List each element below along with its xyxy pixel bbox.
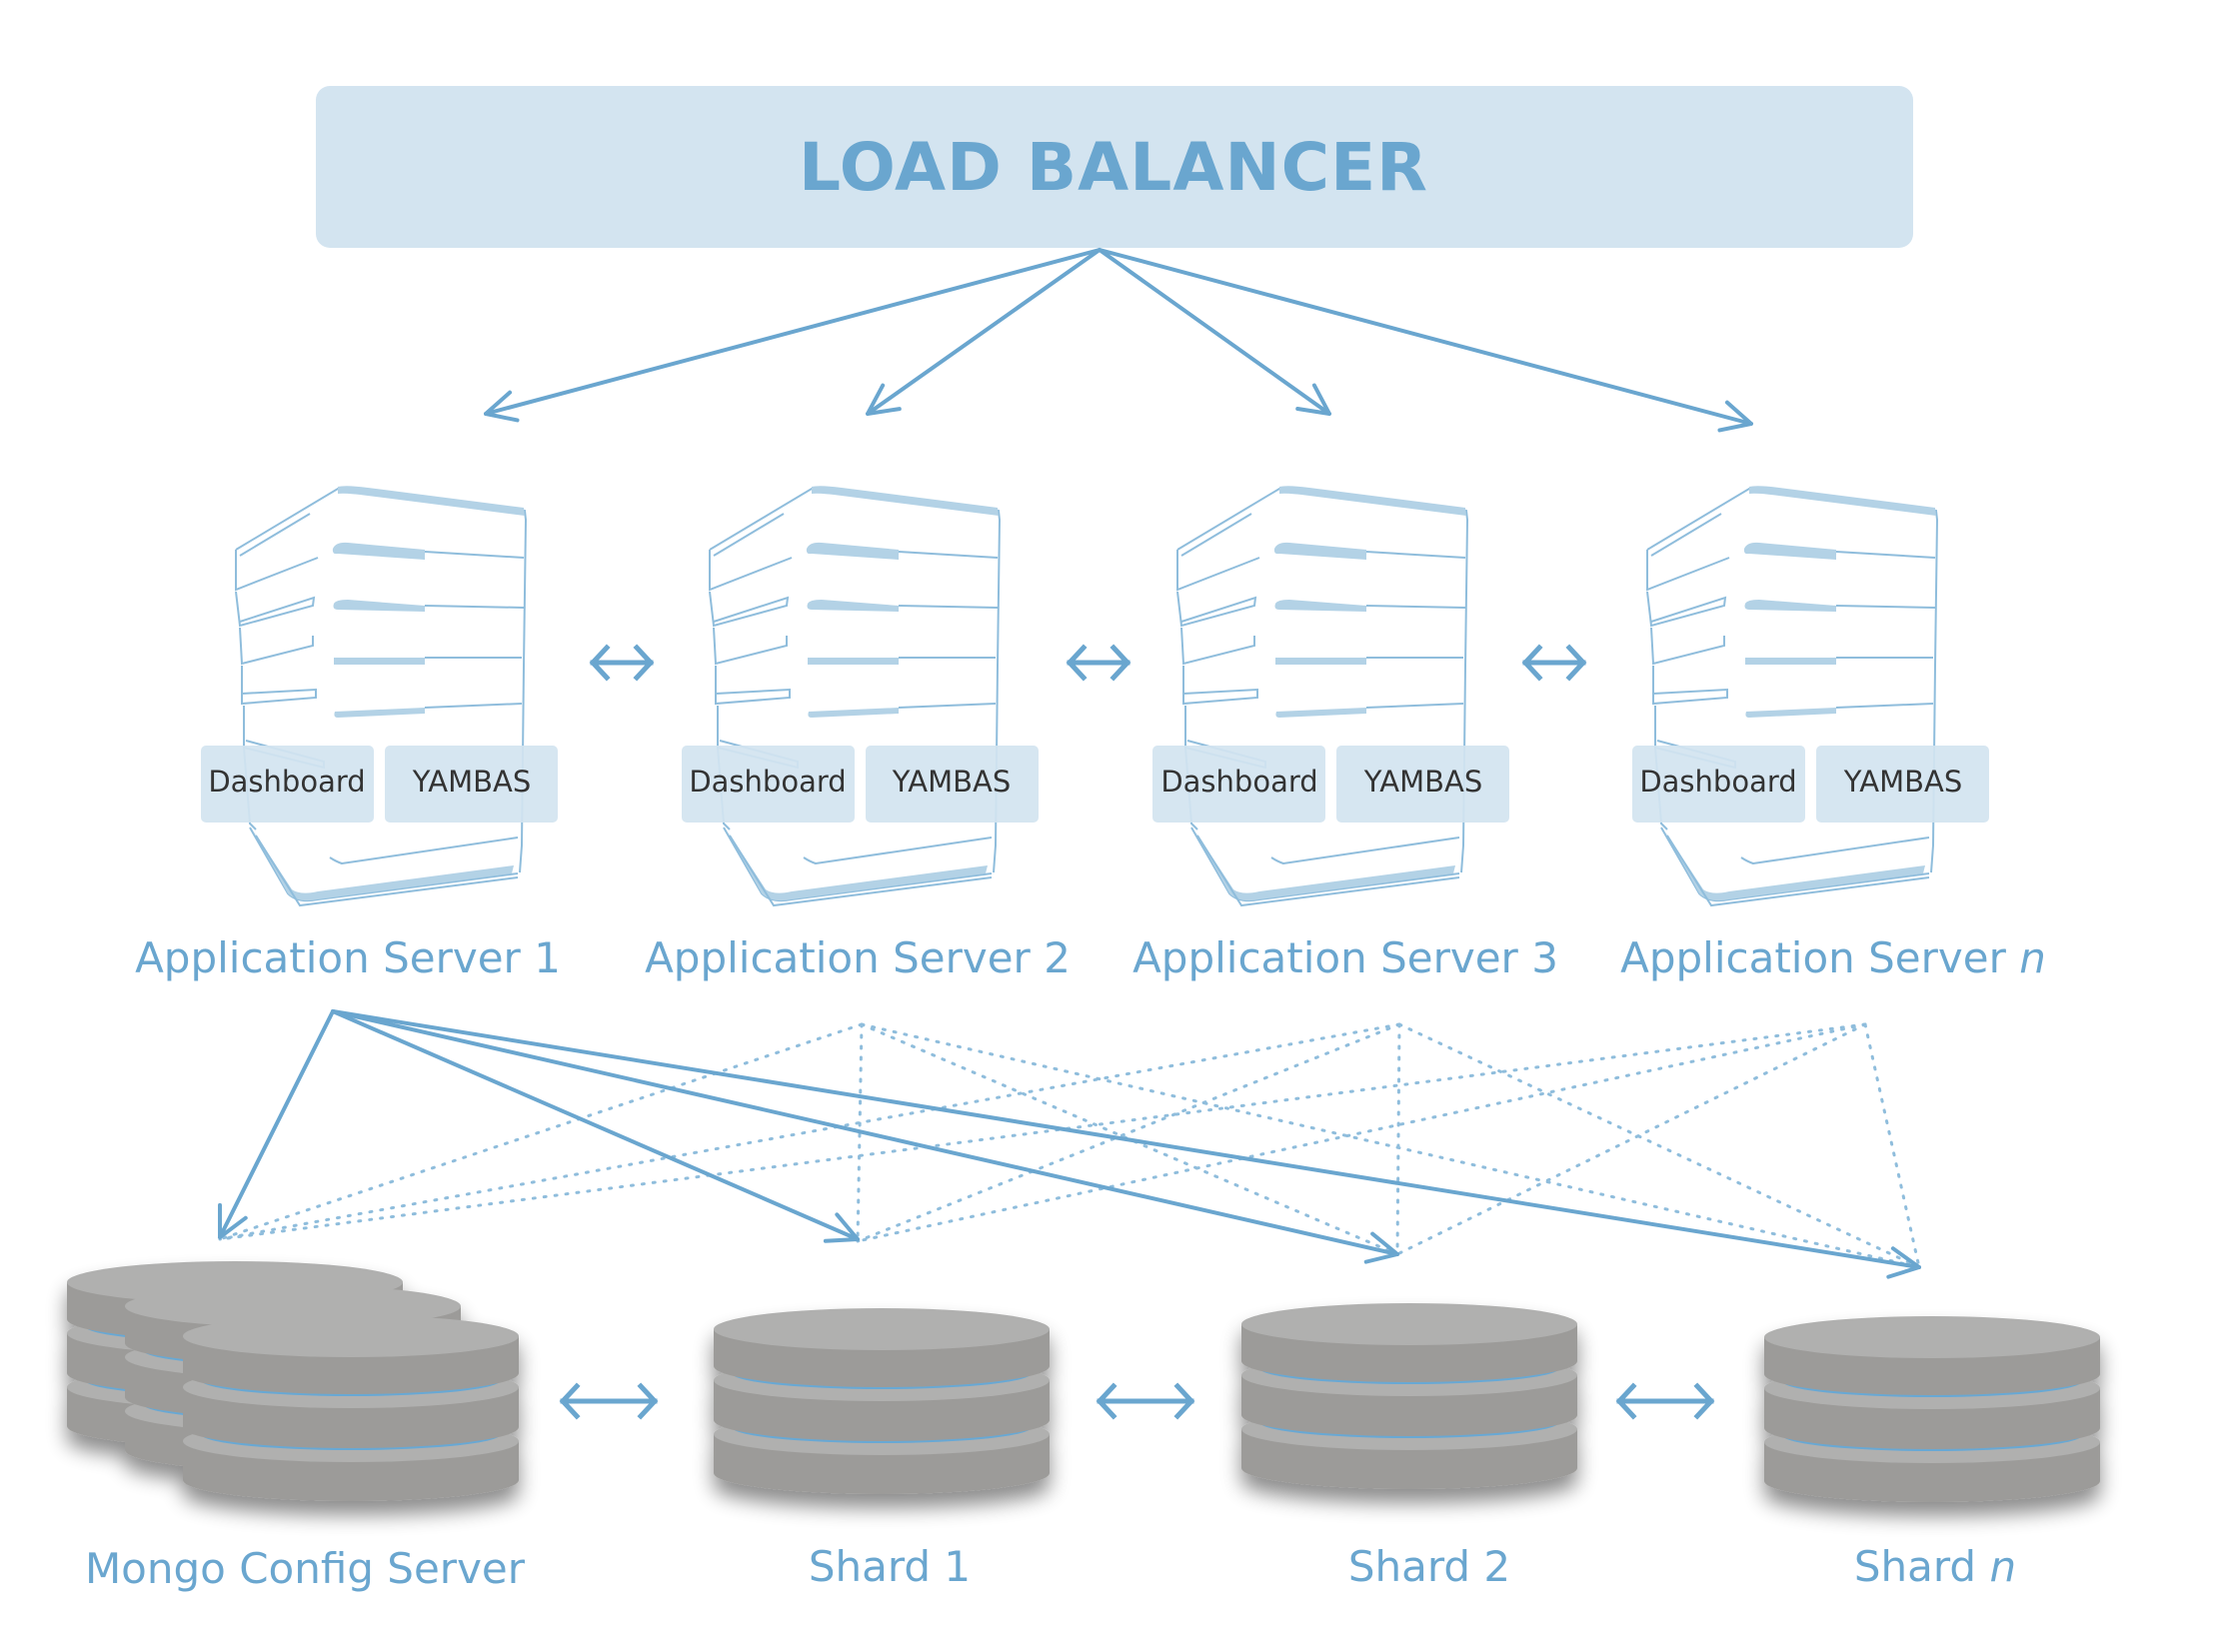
arrow-to-shard-1 <box>331 1009 860 1243</box>
dashboard-module-label: Dashboard <box>208 765 365 799</box>
shard-n-label: Shard n <box>1854 1542 2016 1591</box>
app-server-2 <box>709 485 1001 906</box>
dotted-line <box>860 1022 1921 1269</box>
arrow-to-shard-n <box>331 1009 1921 1279</box>
architecture-diagram: LOAD BALANCER Dashboard YAMBAS Dashboard… <box>67 86 2100 1593</box>
lb-arrow-to-server-1 <box>484 248 1102 423</box>
bidirectional-arrow-icon <box>1096 1382 1195 1420</box>
app-server-1-label: Application Server 1 <box>135 933 561 982</box>
server-1-db-arrows <box>218 1009 1921 1279</box>
shard-1-label: Shard 1 <box>809 1542 971 1591</box>
yambas-module-label: YAMBAS <box>1363 765 1482 799</box>
dashboard-module-label: Dashboard <box>1160 765 1317 799</box>
shard-n <box>1764 1316 2100 1502</box>
database-icon <box>1764 1316 2100 1502</box>
load-balancer-label: LOAD BALANCER <box>799 129 1428 206</box>
dotted-line <box>1397 1022 1921 1269</box>
server-icon <box>709 485 1001 906</box>
config-server-label: Mongo Config Server <box>85 1544 526 1593</box>
dotted-line <box>218 1022 864 1241</box>
mongo-config-server <box>67 1261 519 1501</box>
server-2-modules: Dashboard YAMBAS <box>682 746 1039 823</box>
shard-2-label: Shard 2 <box>1348 1542 1510 1591</box>
server-labels: Application Server 1 Application Server … <box>135 933 2046 982</box>
bidirectional-arrow-icon <box>589 644 655 682</box>
app-server-3 <box>1176 485 1468 906</box>
shard-1 <box>714 1308 1050 1494</box>
yambas-module-label: YAMBAS <box>1843 765 1962 799</box>
app-server-1 <box>235 485 527 906</box>
arrow-to-shard-2 <box>331 1009 1399 1264</box>
app-server-2-label: Application Server 2 <box>645 933 1071 982</box>
lb-arrow-to-server-3 <box>1098 248 1331 416</box>
dotted-line <box>856 1022 1867 1243</box>
dotted-line <box>856 1022 1401 1243</box>
dashboard-module-label: Dashboard <box>689 765 846 799</box>
server-icon <box>1176 485 1468 906</box>
bidirectional-arrow-icon <box>1066 644 1131 682</box>
database-icon <box>1241 1303 1577 1489</box>
app-server-3-label: Application Server 3 <box>1132 933 1558 982</box>
yambas-module-label: YAMBAS <box>412 765 531 799</box>
bidirectional-arrow-icon <box>1615 1382 1715 1420</box>
server-n-modules: Dashboard YAMBAS <box>1632 746 1989 823</box>
lb-arrow-to-server-2 <box>866 248 1102 416</box>
dotted-line <box>218 1022 1401 1241</box>
database-icon <box>714 1308 1050 1494</box>
database-labels: Mongo Config Server Shard 1 Shard 2 Shar… <box>85 1542 2016 1593</box>
app-server-n <box>1646 485 1938 906</box>
app-server-n-label: Application Server n <box>1620 933 2046 982</box>
server-peer-arrows <box>589 644 1587 682</box>
load-balancer: LOAD BALANCER <box>316 86 1913 248</box>
dotted-connections <box>218 1022 1921 1269</box>
server-3-modules: Dashboard YAMBAS <box>1152 746 1509 823</box>
shard-2 <box>1241 1303 1577 1489</box>
dashboard-module-label: Dashboard <box>1639 765 1796 799</box>
lb-arrow-to-server-n <box>1098 248 1753 433</box>
dotted-line <box>1395 1022 1401 1256</box>
bidirectional-arrow-icon <box>1521 644 1587 682</box>
load-balancer-arrows <box>484 248 1753 433</box>
server-icon <box>1646 485 1938 906</box>
server-icon <box>235 485 527 906</box>
server-1-modules: Dashboard YAMBAS <box>201 746 558 823</box>
dotted-line <box>1863 1022 1921 1269</box>
dotted-line <box>218 1022 1867 1241</box>
bidirectional-arrow-icon <box>559 1382 659 1420</box>
yambas-module-label: YAMBAS <box>892 765 1011 799</box>
module-boxes: Dashboard YAMBAS Dashboard YAMBAS Dashbo… <box>201 746 1989 823</box>
database-icon <box>183 1315 519 1501</box>
arrow-to-config-server <box>218 1009 335 1239</box>
